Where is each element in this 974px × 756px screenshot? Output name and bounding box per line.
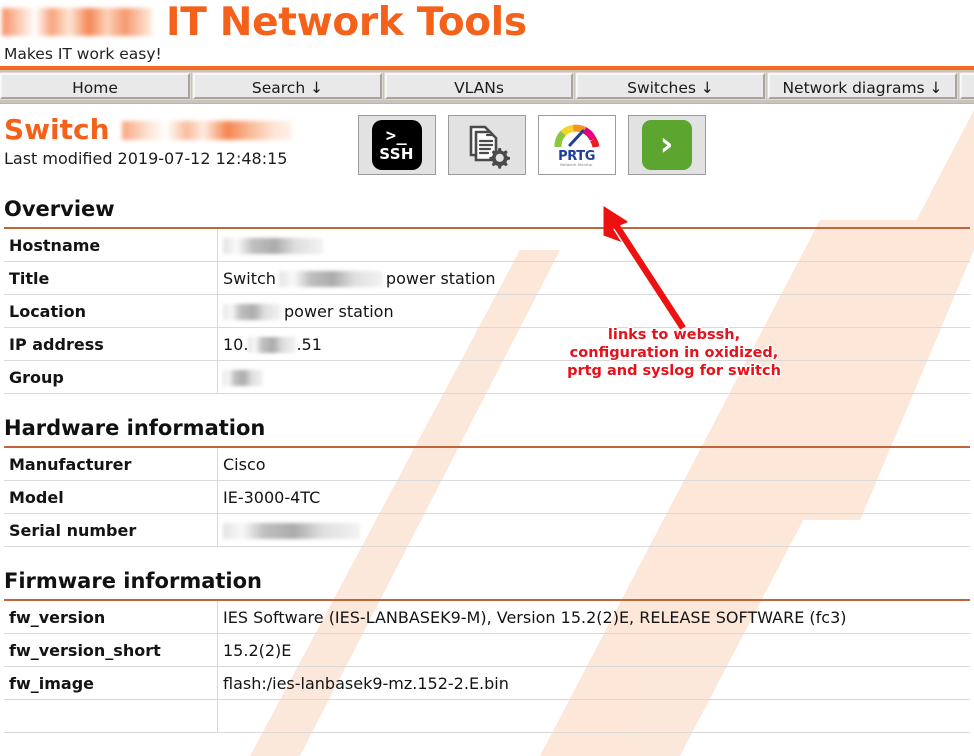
ssh-label: SSH	[379, 145, 414, 163]
table-row	[4, 699, 970, 733]
row-value: flash:/ies-lanbasek9-mz.152-2.E.bin	[217, 666, 970, 700]
row-key: Manufacturer	[4, 448, 218, 481]
row-value: IE-3000-4TC	[217, 480, 970, 514]
row-value	[217, 513, 970, 547]
page-title: Switch	[4, 113, 292, 146]
row-key: Model	[4, 480, 218, 514]
last-modified-text: Last modified 2019-07-12 12:48:15	[4, 149, 288, 169]
redacted-value	[223, 237, 323, 254]
table-row: Hostname	[4, 229, 970, 262]
prtg-wordmark: PRTG	[558, 149, 595, 165]
row-value: Switch power station	[217, 261, 970, 295]
row-value-prefix: 10.	[223, 334, 249, 354]
ssh-prompt-glyph: >_	[385, 126, 408, 146]
page-content: Switch Last modified 2019-07-12 12:48:15…	[0, 104, 974, 733]
redacted-value	[223, 522, 360, 539]
nav-tab-networkdiagrams[interactable]: Network diagrams ↓	[767, 72, 958, 100]
brand-title: IT Network Tools	[166, 0, 527, 45]
page-title-block: Switch Last modified 2019-07-12 12:48:15…	[4, 104, 974, 175]
row-value	[217, 699, 970, 733]
row-value	[217, 229, 970, 262]
nav-tab-home[interactable]: Home	[0, 72, 191, 100]
tagline: Makes IT work easy!	[4, 45, 162, 63]
info-table: Hostname Title Switch power station Location…	[4, 229, 970, 394]
document-gear-icon	[469, 125, 510, 169]
row-value: Cisco	[217, 448, 970, 481]
oxidized-config-button[interactable]	[447, 115, 526, 175]
site-header: IT Network Tools Makes IT work easy!	[0, 0, 974, 66]
row-key: Hostname	[4, 229, 218, 262]
nav-tab-switches[interactable]: Switches ↓	[575, 72, 766, 100]
logo-redacted	[2, 8, 152, 36]
row-value	[217, 360, 970, 394]
page-title-text: Switch	[4, 113, 110, 146]
table-row: Group	[4, 360, 970, 394]
webssh-button[interactable]: >_ SSH	[357, 115, 436, 175]
row-key: Serial number	[4, 513, 218, 547]
section-heading: Hardware information	[4, 416, 266, 440]
nav-tab-search[interactable]: Search ↓	[192, 72, 383, 100]
info-sections: Overview Hostname Title Switch power station…	[4, 197, 974, 733]
page-title-redacted	[121, 120, 292, 140]
row-value: IES Software (IES-LANBASEK9-M), Version …	[217, 601, 970, 634]
tool-links-bar: >_ SSH PRTG Network Monitor ›	[357, 115, 706, 175]
row-value-suffix: power station	[385, 268, 496, 288]
row-key: Group	[4, 360, 218, 394]
info-table: fw_version IES Software (IES-LANBASEK9-M)…	[4, 601, 970, 733]
gauge-arc	[554, 124, 600, 148]
green-chevron-icon: ›	[641, 120, 692, 170]
row-value-suffix: power station	[284, 301, 394, 321]
table-row: Manufacturer Cisco	[4, 448, 970, 481]
syslog-button[interactable]: ›	[627, 115, 706, 175]
brand-row: IT Network Tools	[0, 0, 974, 44]
nav-tab-overflow[interactable]	[959, 72, 974, 100]
redacted-value	[223, 303, 281, 320]
row-key: IP address	[4, 327, 218, 361]
table-row: IP address 10. .51	[4, 327, 970, 361]
info-table: Manufacturer Cisco Model IE-3000-4TC Serial …	[4, 448, 970, 547]
redacted-value	[278, 270, 383, 287]
row-value: power station	[217, 294, 970, 328]
row-key: fw_image	[4, 666, 218, 700]
table-row: fw_version_short 15.2(2)E	[4, 633, 970, 667]
main-navigation: Home Search ↓ VLANs Switches ↓ Network diagr…	[0, 70, 974, 104]
redacted-value	[223, 369, 263, 386]
prtg-subtitle: Network Monitor	[560, 163, 593, 168]
row-value-prefix: Switch	[223, 268, 276, 288]
row-value: 10. .51	[217, 327, 970, 361]
nav-tab-vlans[interactable]: VLANs	[384, 72, 574, 100]
row-value: 15.2(2)E	[217, 633, 970, 667]
row-key: fw_version_short	[4, 633, 218, 667]
row-value-suffix: .51	[296, 334, 322, 354]
table-row: Serial number	[4, 513, 970, 547]
table-row: fw_image flash:/ies-lanbasek9-mz.152-2.E.…	[4, 666, 970, 700]
prtg-gauge-icon: PRTG Network Monitor	[549, 120, 604, 170]
prtg-button[interactable]: PRTG Network Monitor	[537, 115, 616, 175]
row-key	[4, 699, 218, 733]
row-key: fw_version	[4, 601, 218, 634]
redacted-value	[248, 336, 297, 353]
ssh-terminal-icon: >_ SSH	[371, 120, 422, 170]
table-row: Model IE-3000-4TC	[4, 480, 970, 514]
row-key: Location	[4, 294, 218, 328]
table-row: fw_version IES Software (IES-LANBASEK9-M)…	[4, 601, 970, 634]
row-key: Title	[4, 261, 218, 295]
table-row: Location power station	[4, 294, 970, 328]
section-heading: Firmware information	[4, 569, 262, 593]
table-row: Title Switch power station	[4, 261, 970, 295]
section-heading: Overview	[4, 197, 115, 221]
